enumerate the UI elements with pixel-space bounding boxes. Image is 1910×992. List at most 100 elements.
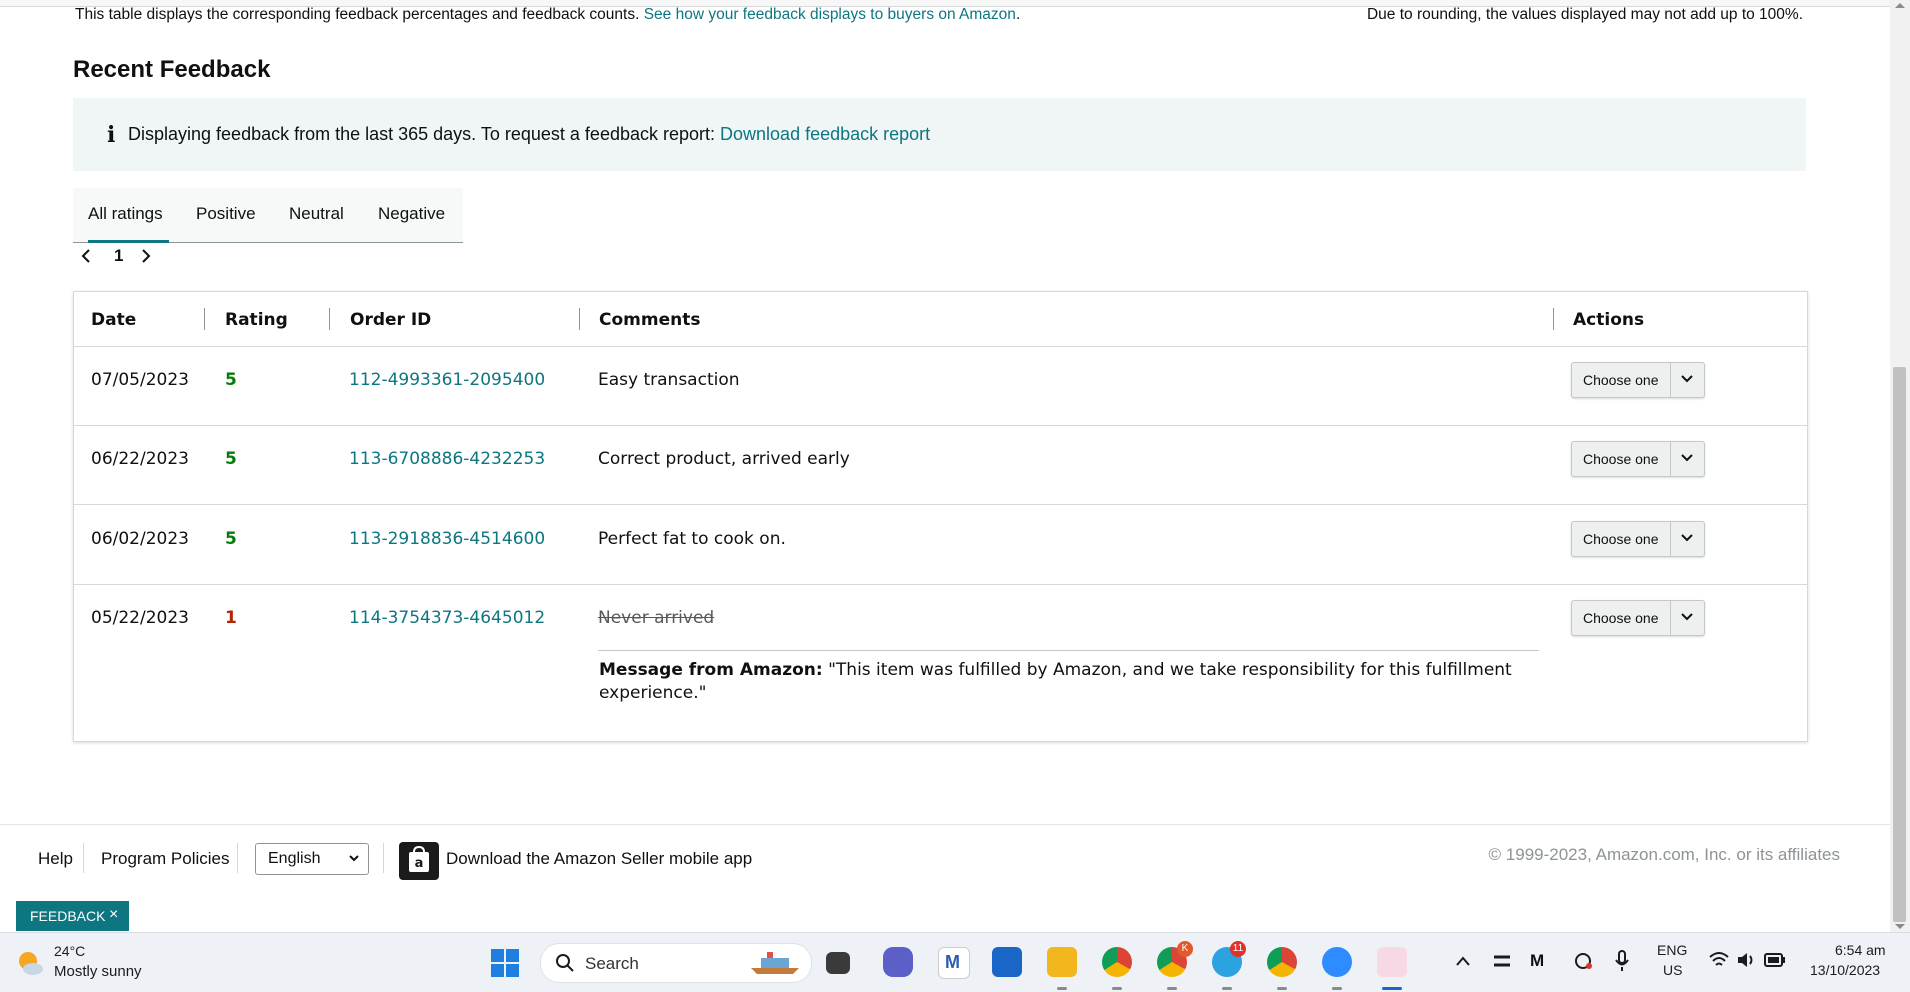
- feedback-note: This table displays the corresponding fe…: [75, 6, 1021, 23]
- row-date: 06/22/2023: [91, 449, 189, 469]
- amazon-app-icon[interactable]: a: [399, 842, 439, 880]
- section-title: Recent Feedback: [73, 56, 271, 83]
- chevron-up-icon[interactable]: [1455, 955, 1471, 967]
- action-dropdown[interactable]: Choose one: [1571, 600, 1705, 636]
- tab-all-ratings[interactable]: All ratings: [88, 204, 169, 243]
- feedback-note-text: This table displays the corresponding fe…: [75, 6, 640, 23]
- header-actions: Actions: [1573, 310, 1645, 330]
- tab-positive[interactable]: Positive: [196, 204, 256, 224]
- tab-negative[interactable]: Negative: [378, 204, 445, 224]
- row-rating: 1: [225, 608, 237, 628]
- info-banner-text: Displaying feedback from the last 365 da…: [128, 124, 716, 144]
- chrome-icon[interactable]: [1102, 947, 1132, 977]
- action-dropdown[interactable]: Choose one: [1571, 521, 1705, 557]
- clock-date[interactable]: 13/10/2023: [1810, 962, 1880, 978]
- chevron-down-icon: [349, 855, 359, 862]
- language-select-value: English: [268, 850, 321, 867]
- row-comment-removed: Never arrived: [598, 608, 715, 628]
- svg-text:a: a: [415, 856, 424, 871]
- telegram-badge: 11: [1230, 941, 1246, 957]
- order-id-link[interactable]: 113-6708886-4232253: [349, 449, 545, 469]
- clock-time[interactable]: 6:54 am: [1835, 942, 1886, 958]
- sync-icon[interactable]: [1572, 950, 1594, 972]
- action-dropdown-label: Choose one: [1583, 372, 1659, 388]
- row-rating: 5: [225, 529, 237, 549]
- chevron-down-icon: [1681, 375, 1693, 383]
- action-dropdown-label: Choose one: [1583, 610, 1659, 626]
- battery-icon[interactable]: [1764, 953, 1786, 967]
- action-dropdown-label: Choose one: [1583, 531, 1659, 547]
- language-top[interactable]: ENG: [1657, 942, 1687, 958]
- gmail-like-icon[interactable]: M: [938, 947, 970, 979]
- taskbar-search-label: Search: [585, 954, 639, 973]
- row-comment: Perfect fat to cook on.: [598, 529, 786, 549]
- teams-icon[interactable]: [883, 947, 913, 977]
- chrome-badge: K: [1177, 941, 1193, 957]
- amazon-message-label: Message from Amazon:: [599, 660, 823, 680]
- order-id-link[interactable]: 112-4993361-2095400: [349, 370, 545, 390]
- scroll-down-icon[interactable]: [1895, 924, 1905, 929]
- chevron-down-icon: [1681, 454, 1693, 462]
- scrollbar[interactable]: [1890, 0, 1910, 932]
- language-select[interactable]: English: [255, 843, 369, 875]
- rating-tabs: All ratings Positive Neutral Negative: [73, 188, 463, 243]
- row-date: 07/05/2023: [91, 370, 189, 390]
- chrome-alt-icon[interactable]: [1267, 947, 1297, 977]
- microphone-icon[interactable]: [1614, 949, 1630, 973]
- download-report-link[interactable]: Download feedback report: [720, 124, 930, 144]
- language-bottom[interactable]: US: [1663, 962, 1682, 978]
- header-comments: Comments: [599, 310, 701, 330]
- file-explorer-icon[interactable]: [1047, 947, 1077, 977]
- next-page-icon[interactable]: [140, 247, 152, 270]
- search-icon: [556, 954, 574, 972]
- row-comment: Correct product, arrived early: [598, 449, 850, 469]
- chevron-down-icon: [1681, 534, 1693, 542]
- buyer-display-link[interactable]: See how your feedback displays to buyers…: [644, 6, 1016, 23]
- volume-icon[interactable]: [1736, 951, 1758, 969]
- weather-temp: 24°C: [54, 943, 86, 959]
- close-icon[interactable]: ×: [109, 906, 118, 924]
- order-id-link[interactable]: 113-2918836-4514600: [349, 529, 545, 549]
- wifi-icon[interactable]: [1708, 951, 1730, 969]
- action-dropdown[interactable]: Choose one: [1571, 362, 1705, 398]
- tab-neutral[interactable]: Neutral: [289, 204, 344, 224]
- header-order-id[interactable]: Order ID: [350, 310, 431, 330]
- windows-start-icon[interactable]: [490, 948, 520, 978]
- info-banner: i Displaying feedback from the last 365 …: [73, 98, 1806, 171]
- weather-icon[interactable]: [14, 947, 46, 979]
- row-rating: 5: [225, 449, 237, 469]
- page-number[interactable]: 1: [114, 246, 123, 266]
- mail-tray-icon[interactable]: M: [1530, 951, 1544, 971]
- help-link[interactable]: Help: [38, 849, 73, 869]
- weather-condition: Mostly sunny: [54, 963, 142, 980]
- search-highlight-icon: [751, 952, 799, 974]
- chevron-down-icon: [1681, 613, 1693, 621]
- row-date: 05/22/2023: [91, 608, 189, 628]
- amazon-message: Message from Amazon: "This item was fulf…: [599, 659, 1519, 705]
- row-date: 06/02/2023: [91, 529, 189, 549]
- feedback-tab-label: FEEDBACK: [30, 908, 106, 924]
- row-comment: Easy transaction: [598, 370, 740, 390]
- store-icon[interactable]: [992, 947, 1022, 977]
- action-dropdown-label: Choose one: [1583, 451, 1659, 467]
- order-id-link[interactable]: 114-3754373-4645012: [349, 608, 545, 628]
- taskbar-search[interactable]: Search: [540, 943, 812, 983]
- header-date[interactable]: Date: [91, 310, 136, 330]
- action-dropdown[interactable]: Choose one: [1571, 441, 1705, 477]
- download-app-link[interactable]: Download the Amazon Seller mobile app: [446, 849, 752, 869]
- info-icon: i: [107, 122, 116, 148]
- task-view-icon[interactable]: [826, 952, 850, 974]
- taskbar: 24°C Mostly sunny Search M K 11 M ENG US: [0, 932, 1910, 992]
- feedback-tab[interactable]: FEEDBACK ×: [16, 901, 129, 931]
- snipping-tool-icon[interactable]: [1377, 947, 1407, 977]
- scroll-up-icon[interactable]: [1895, 3, 1905, 8]
- rounding-note: Due to rounding, the values displayed ma…: [1366, 6, 1803, 23]
- program-policies-link[interactable]: Program Policies: [101, 849, 230, 869]
- header-rating[interactable]: Rating: [225, 310, 288, 330]
- scroll-thumb[interactable]: [1893, 367, 1906, 922]
- feedback-table: Date Rating Order ID Comments Actions 07…: [73, 291, 1808, 742]
- prev-page-icon[interactable]: [80, 247, 92, 270]
- zoom-icon[interactable]: [1322, 947, 1352, 977]
- copyright: © 1999-2023, Amazon.com, Inc. or its aff…: [1488, 845, 1840, 864]
- switch-icon[interactable]: [1492, 951, 1512, 971]
